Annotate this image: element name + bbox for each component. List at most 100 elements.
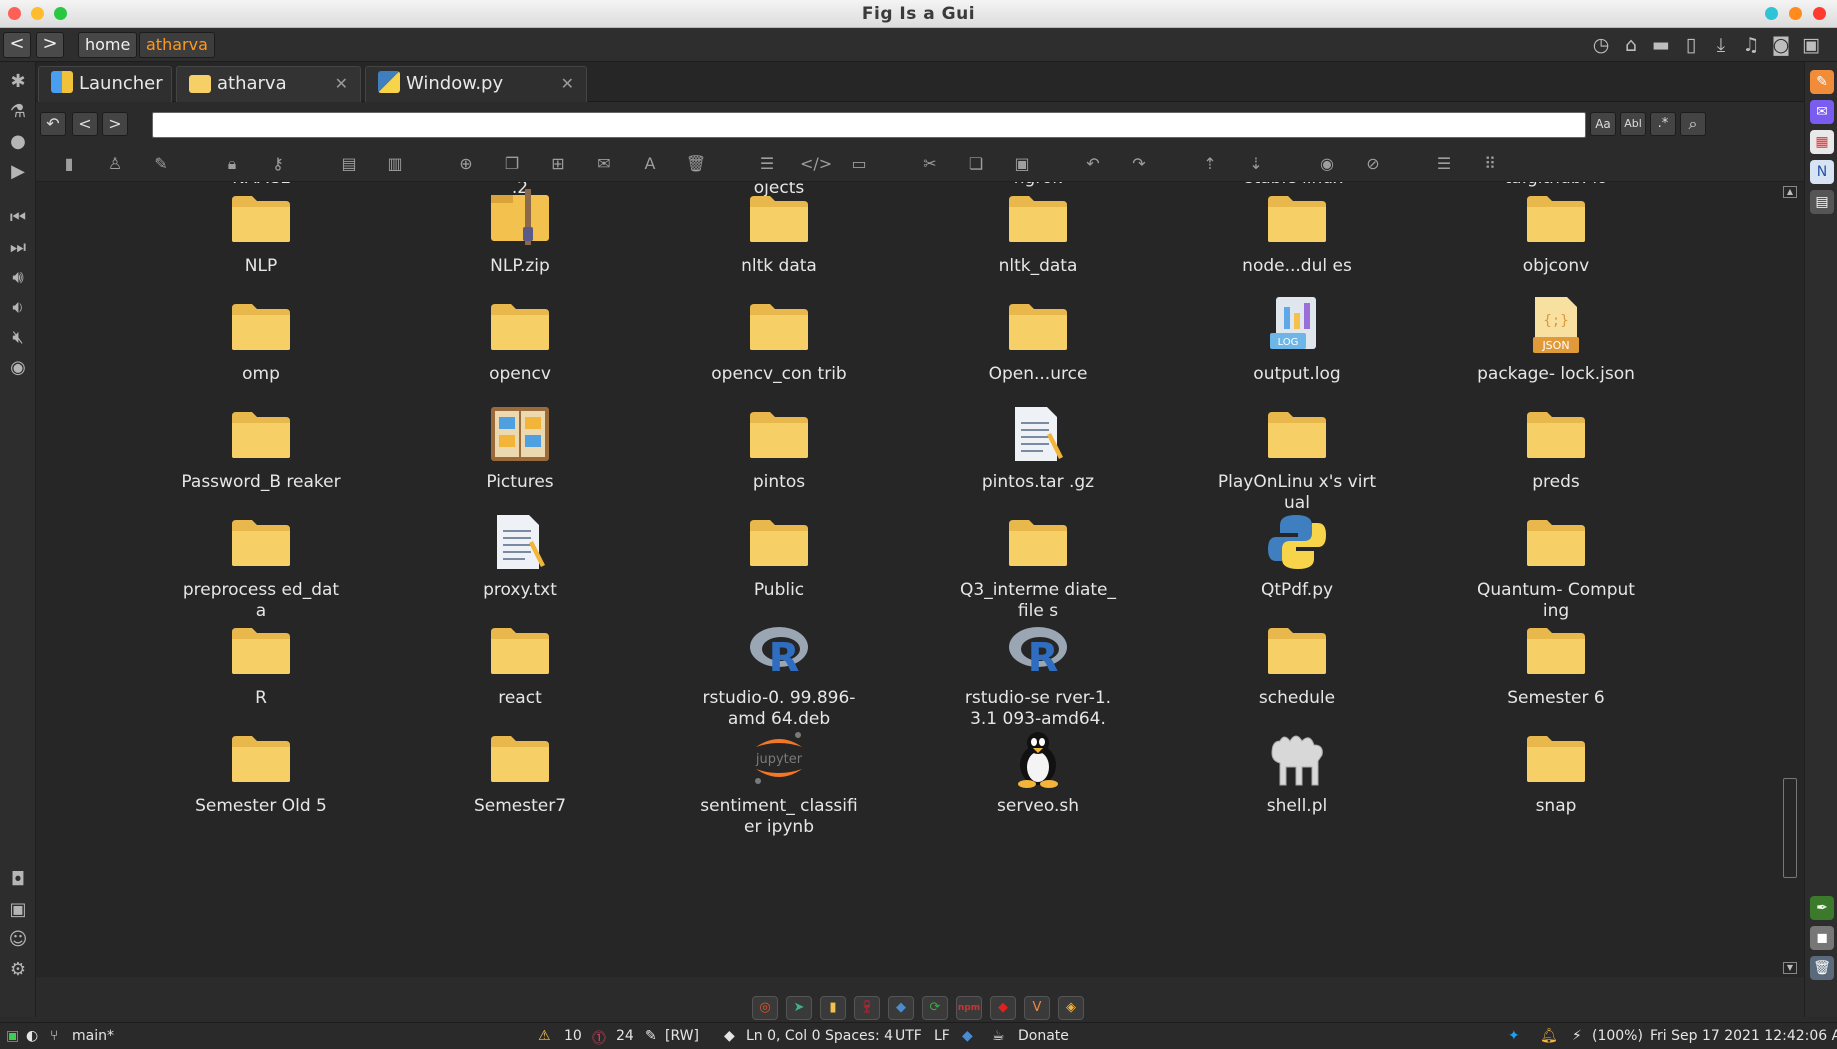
beer-icon[interactable]: ▮: [820, 996, 846, 1020]
cursor-position[interactable]: Ln 0, Col 0: [746, 1028, 821, 1044]
paste-icon[interactable]: ▣: [1009, 151, 1035, 177]
file-item[interactable]: Pictures: [440, 402, 600, 493]
screen-icon[interactable]: ▣: [6, 898, 30, 922]
redo-icon[interactable]: ↷: [1126, 151, 1152, 177]
calendar-app-icon[interactable]: ▦: [1810, 130, 1834, 154]
orange-dot-icon[interactable]: [1789, 7, 1802, 20]
file-item[interactable]: schedule: [1217, 618, 1377, 709]
file-item[interactable]: NLP: [181, 186, 341, 277]
sort-ascending-icon[interactable]: ⇡: [1197, 151, 1223, 177]
file-item[interactable]: Open...urce: [958, 294, 1118, 385]
send-icon[interactable]: ➤: [786, 996, 812, 1020]
news-app-icon[interactable]: N: [1810, 160, 1834, 184]
previous-track-icon[interactable]: ⏮: [6, 206, 30, 230]
play-circle-icon[interactable]: ◉: [6, 356, 30, 380]
folder-list-icon[interactable]: ▥: [382, 151, 408, 177]
add-folder-icon[interactable]: ⊞: [545, 151, 571, 177]
file-item[interactable]: preprocess ed_data: [181, 510, 341, 622]
folder-icon[interactable]: ▬: [1650, 34, 1672, 56]
camera-small-icon[interactable]: ◘: [6, 868, 30, 892]
wine-icon[interactable]: 🍷︎: [854, 996, 880, 1020]
file-item[interactable]: node...dul es: [1217, 186, 1377, 277]
key-icon[interactable]: ⚷: [265, 151, 291, 177]
notification-bell-icon[interactable]: 🔔︎: [1540, 1028, 1558, 1044]
trash-app-icon[interactable]: 🗑︎: [1810, 956, 1834, 980]
close-tab-icon[interactable]: ✕: [335, 67, 348, 101]
file-item[interactable]: QtPdf.py: [1217, 510, 1377, 601]
user-icon[interactable]: ☺: [6, 928, 30, 952]
mail-icon[interactable]: ✉: [591, 151, 617, 177]
qt-icon[interactable]: ▣: [6, 1028, 19, 1044]
download-icon[interactable]: ⤓: [1710, 34, 1732, 56]
theme-toggle-icon[interactable]: ◐: [26, 1028, 38, 1044]
forward-button[interactable]: >: [36, 32, 64, 58]
address-back-button[interactable]: <: [72, 112, 98, 136]
file-item[interactable]: omp: [181, 294, 341, 385]
scroll-up-icon[interactable]: ▲: [1783, 186, 1797, 198]
path-input[interactable]: [152, 112, 1586, 138]
delete-icon[interactable]: 🗑︎: [683, 151, 709, 177]
file-item[interactable]: objconv: [1476, 186, 1636, 277]
flask-icon[interactable]: ⚗: [6, 100, 30, 124]
video-icon[interactable]: ▣: [1800, 34, 1822, 56]
file-item[interactable]: JSON {;} package- lock.json: [1476, 294, 1636, 385]
next-track-icon[interactable]: ⏭: [6, 236, 30, 260]
indent-setting[interactable]: Spaces: 4: [825, 1028, 893, 1044]
bug-icon[interactable]: ✱: [6, 70, 30, 94]
file-item[interactable]: pintos.tar .gz: [958, 402, 1118, 493]
history-icon[interactable]: ◷: [1590, 34, 1612, 56]
close-tab-icon[interactable]: ✕: [561, 67, 574, 101]
file-item[interactable]: shell.pl: [1217, 726, 1377, 817]
file-item[interactable]: preds: [1476, 402, 1636, 493]
file-item[interactable]: pintos: [699, 402, 859, 493]
file-item[interactable]: jupyter sentiment_ classifier ipynb: [699, 726, 859, 838]
tab-atharva-home[interactable]: atharva .../home ✕: [176, 66, 361, 128]
error-count[interactable]: 24: [616, 1028, 634, 1044]
file-item[interactable]: PlayOnLinu x's virtual: [1217, 402, 1377, 514]
regex-button[interactable]: .*: [1650, 112, 1676, 136]
file-item[interactable]: Rrstudio-se rver-1.3.1 093-amd64.: [958, 618, 1118, 730]
bookmark-icon[interactable]: ▮: [56, 151, 82, 177]
copy-icon[interactable]: ❏: [963, 151, 989, 177]
file-item[interactable]: Quantum- Computing: [1476, 510, 1636, 622]
file-item[interactable]: NLP.zip: [440, 186, 600, 277]
open-folder-icon[interactable]: ▭: [846, 151, 872, 177]
tab-launcher[interactable]: Launcher: [38, 66, 172, 102]
chat-app-icon[interactable]: ✉: [1810, 100, 1834, 124]
orange-app-icon[interactable]: ✎: [1810, 70, 1834, 94]
file-item[interactable]: Semester 6: [1476, 618, 1636, 709]
refresh-dock-icon[interactable]: ⟳: [922, 996, 948, 1020]
document-icon[interactable]: ▯: [1680, 34, 1702, 56]
error-icon[interactable]: ⓵: [592, 1028, 606, 1048]
python-dock-icon[interactable]: ◆: [888, 996, 914, 1020]
settings-gear-icon[interactable]: ⚙: [6, 958, 30, 982]
file-item[interactable]: Q3_interme diate_file s: [958, 510, 1118, 622]
branch-name[interactable]: main*: [72, 1028, 114, 1044]
mute-icon[interactable]: 🔇︎: [6, 326, 30, 350]
mode-indicator[interactable]: [RW]: [665, 1028, 699, 1044]
file-item[interactable]: Semester7: [440, 726, 600, 817]
sliders-icon[interactable]: ☰: [754, 151, 780, 177]
tab-window-py[interactable]: Window.py .../widgets ✕: [365, 66, 587, 128]
eol-setting[interactable]: LF: [934, 1028, 950, 1044]
list-view-icon[interactable]: ☰: [1431, 151, 1457, 177]
file-item[interactable]: R: [181, 618, 341, 709]
home-icon[interactable]: ⌂: [1620, 34, 1642, 56]
ubuntu-icon[interactable]: ◎: [752, 996, 778, 1020]
vim-icon[interactable]: V: [1024, 996, 1050, 1020]
file-item[interactable]: Rrstudio-0. 99.896-amd 64.deb: [699, 618, 859, 730]
file-item[interactable]: opencv: [440, 294, 600, 385]
file-item[interactable]: Password_B reaker: [181, 402, 341, 493]
hide-hidden-icon[interactable]: ⊘: [1360, 151, 1386, 177]
play-icon[interactable]: ▶: [6, 160, 30, 184]
file-item[interactable]: opencv_con trib: [699, 294, 859, 385]
package-icon[interactable]: ◈: [1058, 996, 1084, 1020]
file-item[interactable]: LOG output.log: [1217, 294, 1377, 385]
encoding-setting[interactable]: UTF: [895, 1028, 922, 1044]
terminal-app-icon[interactable]: ▤: [1810, 190, 1834, 214]
file-item[interactable]: nltk data: [699, 186, 859, 277]
sort-descending-icon[interactable]: ⇣: [1243, 151, 1269, 177]
breadcrumb-atharva[interactable]: atharva: [139, 32, 215, 58]
lock-icon[interactable]: 🔒︎: [219, 151, 245, 177]
scroll-down-icon[interactable]: ▼: [1783, 962, 1797, 974]
